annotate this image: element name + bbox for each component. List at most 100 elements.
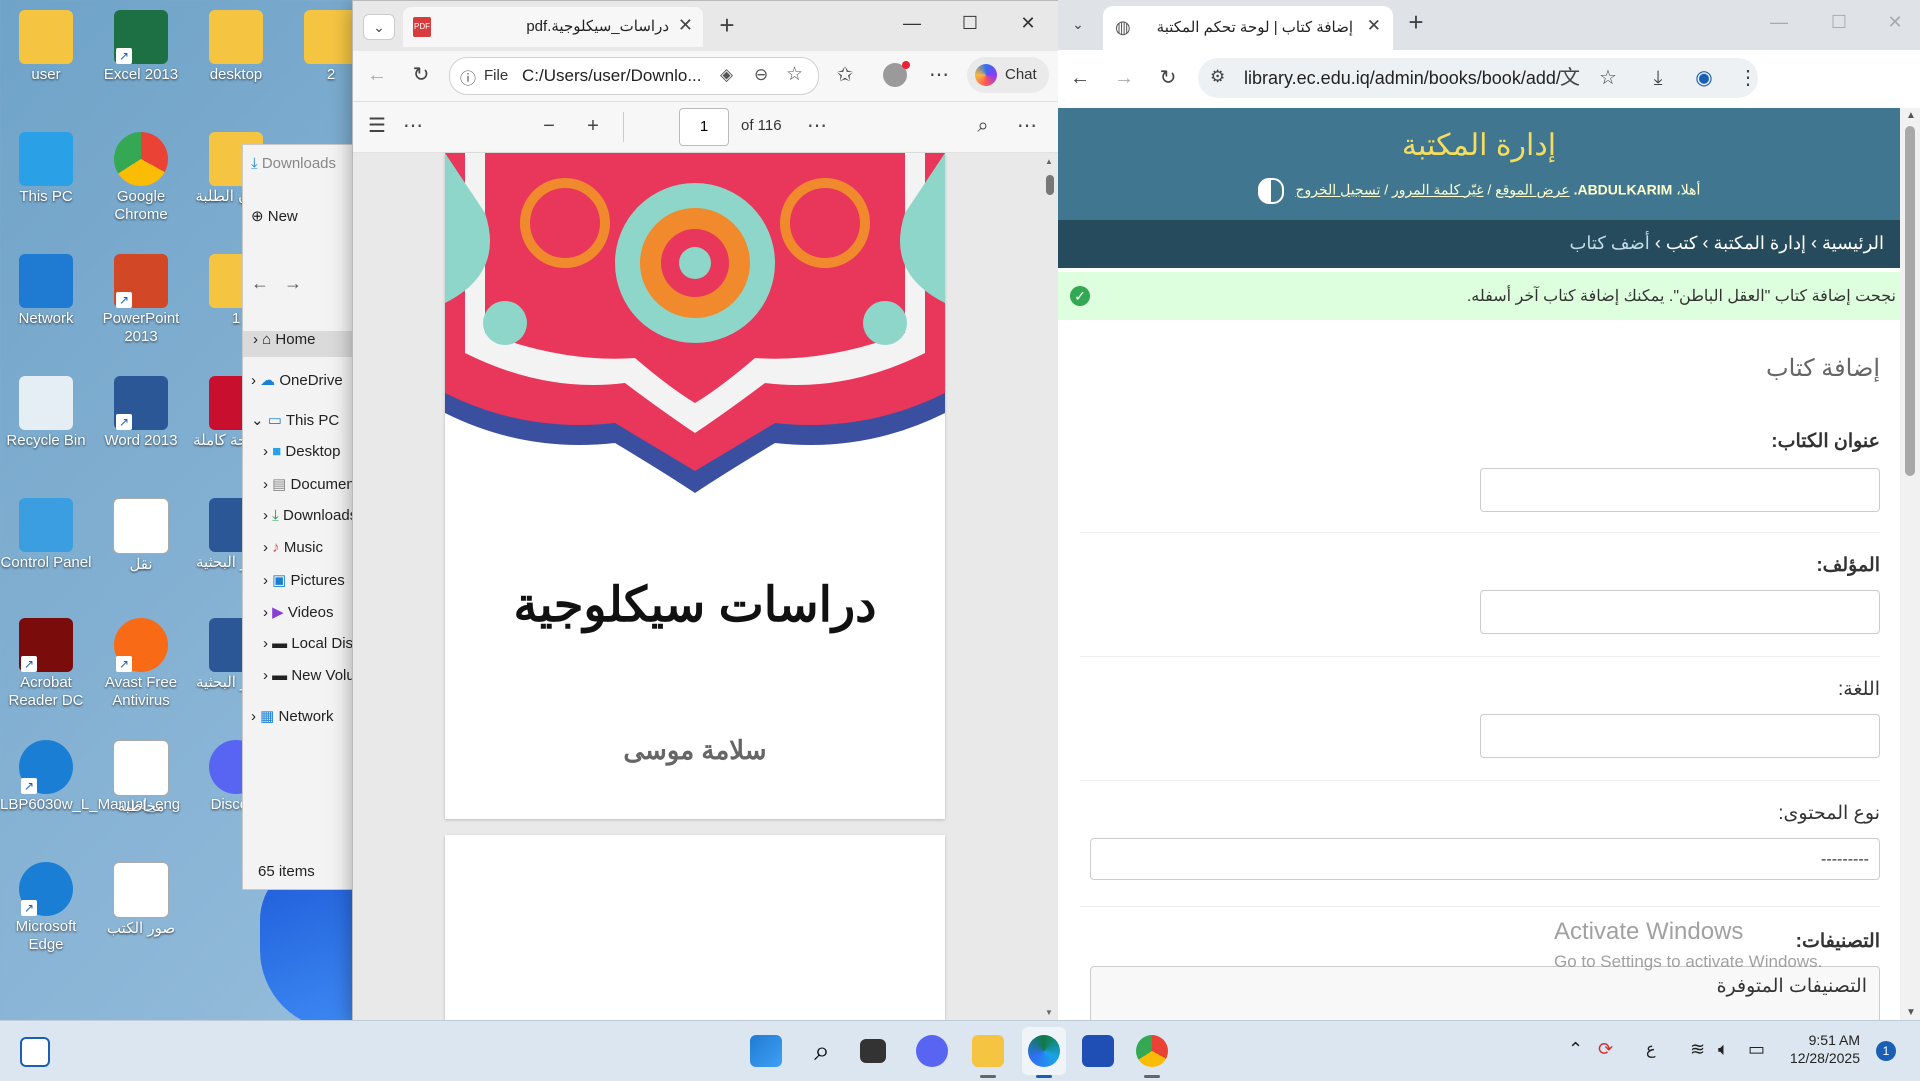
downloads-icon[interactable]: ⤓ xyxy=(1644,66,1672,90)
desktop-icon-this-pc[interactable]: This PC xyxy=(0,132,92,206)
site-settings-icon[interactable]: ⚙ xyxy=(1210,67,1225,87)
explorer-nav-documents[interactable]: › ▤ Documents xyxy=(263,475,363,493)
minimize-icon[interactable]: — xyxy=(897,13,927,34)
chrome-omnibox[interactable]: ⚙ library.ec.edu.iq/admin/books/book/add… xyxy=(1198,58,1758,98)
new-tab-plus-icon[interactable]: + xyxy=(713,12,741,38)
maximize-icon[interactable]: ☐ xyxy=(1824,12,1854,33)
pdf-viewer-area[interactable]: دراسات سيكلوجية سلامة موسى ▲ ▼ xyxy=(353,153,1059,1021)
tab-search-chevron-icon[interactable]: ⌄ xyxy=(1064,12,1092,36)
start-windows-icon[interactable] xyxy=(750,1035,782,1067)
back-arrow-icon[interactable]: ← xyxy=(363,63,391,87)
close-window-icon[interactable]: ✕ xyxy=(1880,12,1910,33)
scroll-down-icon[interactable]: ▼ xyxy=(1045,1008,1053,1017)
desktop-icon-lbp-manual[interactable]: LBP6030w_L_Manual_eng xyxy=(0,740,180,814)
translate-icon[interactable]: 文 xyxy=(1556,66,1584,90)
show-hidden-icons-chevron-icon[interactable]: ⌃ xyxy=(1568,1039,1583,1060)
close-window-icon[interactable]: ✕ xyxy=(1013,13,1043,34)
admin-scrollbar[interactable]: ▲ ▼ xyxy=(1900,108,1920,1020)
wifi-icon[interactable]: ≋ xyxy=(1690,1039,1705,1060)
edge-address-input[interactable]: ⓘ File C:/Users/user/Downlo... ◈ ⊖ ☆ xyxy=(449,57,819,95)
logout-link[interactable]: تسجيل الخروج xyxy=(1295,182,1380,198)
desktop-icon-edge[interactable]: Microsoft Edge xyxy=(0,862,92,954)
search-icon[interactable]: ⌕ xyxy=(969,114,997,138)
back-arrow-icon[interactable]: ← xyxy=(251,273,269,293)
sync-icon[interactable]: ⟳ xyxy=(1598,1039,1613,1060)
desktop-icon-book-images[interactable]: صور الكتب xyxy=(95,862,187,938)
copilot-chat-button[interactable]: Chat xyxy=(967,57,1049,93)
scroll-up-icon[interactable]: ▲ xyxy=(1906,110,1916,121)
scroll-up-icon[interactable]: ▲ xyxy=(1045,157,1053,166)
maximize-icon[interactable]: ☐ xyxy=(955,13,985,34)
breadcrumb-admin[interactable]: إدارة المكتبة xyxy=(1714,233,1807,253)
battery-icon[interactable]: ▭ xyxy=(1748,1039,1765,1060)
desktop-icon-network[interactable]: Network xyxy=(0,254,92,328)
file-explorer-window[interactable]: ⤓ Downloads ⊕ New ← → › ⌂ Home › ☁ OneDr… xyxy=(242,144,364,890)
desktop-icon-mukhataba[interactable]: مخاطبة xyxy=(95,740,187,816)
forward-arrow-icon[interactable]: → xyxy=(1110,66,1138,90)
favorites-icon[interactable]: ✩ xyxy=(831,63,859,87)
desktop-icon-user[interactable]: user xyxy=(0,10,92,84)
available-categories-box[interactable]: التصنيفات المتوفرة xyxy=(1090,966,1880,1020)
notification-badge[interactable]: 1 xyxy=(1876,1041,1896,1061)
explorer-nav-onedrive[interactable]: › ☁ OneDrive xyxy=(251,371,343,389)
book-title-input[interactable] xyxy=(1480,468,1880,512)
back-arrow-icon[interactable]: ← xyxy=(1066,66,1094,90)
breadcrumb-home[interactable]: الرئيسية xyxy=(1822,233,1884,253)
zoom-out-icon[interactable]: ⊖ xyxy=(754,65,768,85)
breadcrumb-books[interactable]: كتب xyxy=(1666,233,1698,253)
scrollbar-thumb[interactable] xyxy=(1046,175,1054,195)
explorer-nav-this-pc[interactable]: ⌄ ▭ This PC xyxy=(251,411,339,429)
zoom-in-plus-icon[interactable]: + xyxy=(579,114,607,138)
teams-chat-icon[interactable] xyxy=(916,1035,948,1067)
desktop-icon-powerpoint[interactable]: PowerPoint 2013 xyxy=(95,254,187,346)
desktop-icon-recycle-bin[interactable]: Recycle Bin xyxy=(0,376,92,450)
scroll-down-icon[interactable]: ▼ xyxy=(1906,1007,1916,1018)
pdf-settings-more-icon[interactable]: ⋯ xyxy=(1013,114,1041,138)
desktop-icon-acrobat[interactable]: Acrobat Reader DC xyxy=(0,618,92,710)
site-title[interactable]: إدارة المكتبة xyxy=(1058,128,1900,163)
scrollbar-thumb[interactable] xyxy=(1905,126,1915,476)
page-number-input[interactable]: 1 xyxy=(679,108,729,146)
chrome-admin-window[interactable]: ⌄ ◍ إضافة كتاب | لوحة تحكم المكتبة ✕ + —… xyxy=(1058,0,1920,1020)
table-of-contents-icon[interactable]: ☰ xyxy=(363,114,391,138)
explorer-nav-music[interactable]: › ♪ Music xyxy=(263,539,323,556)
chrome-tab-admin[interactable]: ◍ إضافة كتاب | لوحة تحكم المكتبة ✕ xyxy=(1103,6,1393,50)
author-input[interactable] xyxy=(1480,590,1880,634)
file-explorer-icon[interactable] xyxy=(972,1035,1004,1067)
explorer-nav-new-volume[interactable]: › ▬ New Volume xyxy=(263,667,363,684)
minimize-icon[interactable]: — xyxy=(1764,12,1794,33)
desktop-icon-excel[interactable]: Excel 2013 xyxy=(95,10,187,84)
refresh-icon[interactable]: ↻ xyxy=(407,63,435,87)
edge-tab-pdf[interactable]: PDF دراسات_سيكلوجية.pdf ✕ xyxy=(403,7,703,47)
view-site-link[interactable]: عرض الموقع xyxy=(1495,182,1570,198)
edge-pdf-window[interactable]: ⌄ PDF دراسات_سيكلوجية.pdf ✕ + — ☐ ✕ ← ↻ … xyxy=(352,0,1060,1022)
pdf-more-center-icon[interactable]: ⋯ xyxy=(803,114,831,138)
close-tab-icon[interactable]: ✕ xyxy=(1367,16,1381,36)
refresh-icon[interactable]: ↻ xyxy=(1154,66,1182,90)
input-language-indicator[interactable]: ع xyxy=(1646,1039,1656,1059)
favorite-star-icon[interactable]: ☆ xyxy=(786,63,803,86)
store-icon[interactable] xyxy=(1082,1035,1114,1067)
desktop-icon-naql[interactable]: نقل xyxy=(95,498,187,574)
explorer-nav-desktop[interactable]: › ■ Desktop xyxy=(263,443,340,460)
desktop-icon-chrome[interactable]: Google Chrome xyxy=(95,132,187,224)
change-password-link[interactable]: غيّر كلمة المرور xyxy=(1392,182,1483,198)
explorer-nav-network[interactable]: › ▦ Network xyxy=(251,707,334,725)
task-view-icon[interactable] xyxy=(860,1039,886,1063)
forward-arrow-icon[interactable]: → xyxy=(284,273,302,293)
more-options-icon[interactable]: ⋯ xyxy=(925,63,953,87)
widgets-icon[interactable] xyxy=(20,1037,50,1067)
content-type-select[interactable]: --------- xyxy=(1090,838,1880,880)
explorer-nav-home[interactable]: › ⌂ Home xyxy=(243,331,363,357)
explorer-new-button[interactable]: ⊕ New xyxy=(251,207,298,225)
profile-avatar[interactable] xyxy=(883,61,910,87)
search-icon[interactable]: ⌕ xyxy=(806,1035,838,1067)
desktop-icon-word[interactable]: Word 2013 xyxy=(95,376,187,450)
explorer-nav-downloads[interactable]: › ⤓ Downloads xyxy=(263,507,357,524)
pdf-more-left-icon[interactable]: ⋯ xyxy=(399,114,427,138)
zoom-out-minus-icon[interactable]: − xyxy=(535,114,563,138)
explorer-nav-videos[interactable]: › ▶ Videos xyxy=(263,603,333,621)
clock[interactable]: 9:51 AM 12/28/2025 xyxy=(1780,1031,1860,1067)
pdf-scrollbar[interactable]: ▲ ▼ xyxy=(1045,157,1055,1017)
language-input[interactable] xyxy=(1480,714,1880,758)
